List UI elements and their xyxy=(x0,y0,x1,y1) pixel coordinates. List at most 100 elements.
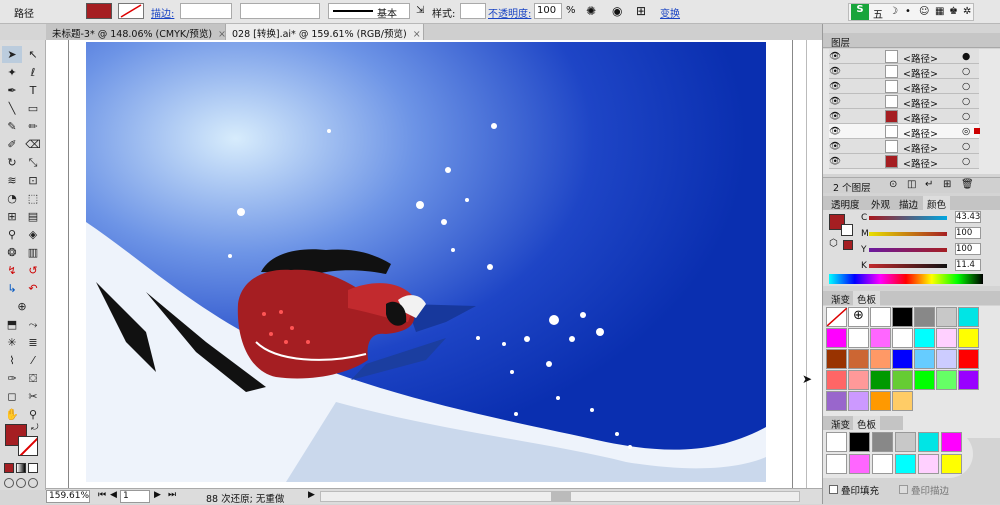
tab-swatches[interactable]: 色板 xyxy=(853,291,881,307)
visibility-icon[interactable]: 👁 xyxy=(829,126,841,137)
color-swatch[interactable] xyxy=(849,432,870,452)
color-swatch[interactable] xyxy=(958,307,979,327)
punctuation-icon[interactable]: • xyxy=(905,6,911,17)
anchor-point[interactable] xyxy=(262,312,266,316)
lasso-icon[interactable]: ℓ xyxy=(23,64,43,81)
anchor-point[interactable] xyxy=(269,332,273,336)
draw-normal-icon[interactable] xyxy=(4,478,14,488)
color-swatch[interactable] xyxy=(848,349,869,369)
color-swatch[interactable] xyxy=(826,349,847,369)
opacity-link[interactable]: 不透明度: xyxy=(488,5,531,20)
hand-tool-icon[interactable]: ✋ xyxy=(2,406,22,423)
channel-y-slider[interactable] xyxy=(869,248,947,252)
color-swatch[interactable] xyxy=(958,370,979,390)
channel-c-input[interactable]: 43.43 xyxy=(955,211,981,223)
perspective-grid-icon[interactable]: ⬚ xyxy=(23,190,43,207)
gradient-mode-button[interactable] xyxy=(16,463,26,473)
isolate-icon[interactable]: ◉ xyxy=(612,4,622,18)
color-swatch[interactable] xyxy=(941,454,962,474)
swap-colors-icon[interactable]: ⤾ xyxy=(31,423,39,433)
draw-inside-icon[interactable] xyxy=(28,478,38,488)
ime-mode-label[interactable]: 五 xyxy=(873,6,883,21)
color-swatch[interactable] xyxy=(918,432,939,452)
color-swatch[interactable] xyxy=(892,307,913,327)
target-circle-icon[interactable]: ◎ xyxy=(962,126,970,137)
align-icon[interactable]: ⇲ xyxy=(416,5,424,16)
scallop-icon[interactable]: ⌇ xyxy=(2,352,22,369)
color-swatch[interactable] xyxy=(826,328,847,348)
anchor-point[interactable] xyxy=(284,340,288,344)
visibility-icon[interactable]: 👁 xyxy=(829,96,841,107)
paintbrush-icon[interactable]: ✎ xyxy=(2,118,22,135)
artboard-number-input[interactable]: 1 xyxy=(120,490,150,503)
color-swatch[interactable] xyxy=(849,454,870,474)
color-swatch[interactable] xyxy=(936,328,957,348)
color-swatch[interactable] xyxy=(848,328,869,348)
nav-last-icon[interactable]: ⏭ xyxy=(168,490,176,500)
color-swatch[interactable] xyxy=(936,349,957,369)
layer-row[interactable]: 👁 <路径> ○ xyxy=(829,79,979,95)
visibility-icon[interactable]: 👁 xyxy=(829,51,841,62)
zoom-tool-icon[interactable]: ⚲ xyxy=(23,406,43,423)
target-circle-icon[interactable]: ○ xyxy=(962,111,970,122)
stroke-color-button[interactable] xyxy=(118,3,144,19)
color-stroke-swatch[interactable] xyxy=(841,224,853,236)
transform-link[interactable]: 变换 xyxy=(660,5,680,20)
new-layer-icon[interactable]: ⊞ xyxy=(943,179,951,190)
wrinkle-icon[interactable]: ≣ xyxy=(23,334,43,351)
knife-icon[interactable]: ⁄ xyxy=(23,352,43,369)
blob-brush-icon[interactable]: ✐ xyxy=(2,136,22,153)
crystallize-icon[interactable]: ✳ xyxy=(2,334,22,351)
layer-row[interactable]: 👁 <路径> ○ xyxy=(829,154,979,170)
channel-k-input[interactable]: 11.4 xyxy=(955,259,981,271)
type-tool-icon[interactable]: T xyxy=(23,82,43,99)
skin-icon[interactable]: ♚ xyxy=(949,6,958,17)
pucker-tool-icon[interactable]: ↳ xyxy=(2,280,22,297)
color-swatch[interactable] xyxy=(892,328,913,348)
snowboard-illustration[interactable] xyxy=(86,42,766,482)
color-swatch[interactable] xyxy=(826,454,847,474)
color-swatch[interactable] xyxy=(941,432,962,452)
blend-tool-icon[interactable]: ◈ xyxy=(23,226,43,243)
rotate-tool-icon[interactable]: ↻ xyxy=(2,154,22,171)
variable-width-dropdown[interactable] xyxy=(240,3,320,19)
color-swatch[interactable] xyxy=(872,432,893,452)
emoji-icon[interactable]: ☺ xyxy=(919,6,929,17)
settings-icon[interactable]: ✲ xyxy=(963,6,971,17)
nav-next-icon[interactable]: ▶ xyxy=(154,490,161,500)
target-circle-icon[interactable]: ● xyxy=(962,51,970,62)
layer-row[interactable]: 👁 <路径> ○ xyxy=(829,109,979,125)
color-swatch[interactable] xyxy=(936,307,957,327)
stroke-link[interactable]: 描边: xyxy=(151,5,174,20)
paint-bucket-icon[interactable]: ⛋ xyxy=(23,370,43,387)
channel-c-slider[interactable] xyxy=(869,216,947,220)
channel-k-slider[interactable] xyxy=(869,264,947,268)
nav-first-icon[interactable]: ⏮ xyxy=(98,490,106,500)
visibility-icon[interactable]: 👁 xyxy=(829,81,841,92)
selection-tool-icon[interactable]: ➤ xyxy=(2,46,22,63)
canvas-area[interactable]: ➤ xyxy=(46,40,822,488)
opacity-input[interactable]: 100 xyxy=(534,3,562,19)
brush-dropdown[interactable]: 基本 xyxy=(328,3,410,20)
overprint-fill-checkbox[interactable] xyxy=(829,485,838,494)
visibility-icon[interactable]: 👁 xyxy=(829,66,841,77)
draw-behind-icon[interactable] xyxy=(16,478,26,488)
tab-document-1[interactable]: 未标题-3* @ 148.06% (CMYK/预览) × xyxy=(46,24,226,40)
keyboard-icon[interactable]: ▦ xyxy=(935,6,944,17)
color-swatch[interactable] xyxy=(848,391,869,411)
recolor-icon[interactable]: ✺ xyxy=(586,4,596,18)
channel-m-slider[interactable] xyxy=(869,232,947,236)
free-transform-icon[interactable]: ⊡ xyxy=(23,172,43,189)
twirl-tool-icon[interactable]: ↺ xyxy=(23,262,43,279)
swatch-none[interactable] xyxy=(826,307,847,327)
anchor-point[interactable] xyxy=(290,326,294,330)
color-swatch[interactable] xyxy=(870,370,891,390)
visibility-icon[interactable]: 👁 xyxy=(829,156,841,167)
eyedropper-icon[interactable]: ⚲ xyxy=(2,226,22,243)
scale-tool-icon[interactable]: ⤡ xyxy=(23,154,43,171)
eyedropper-2-icon[interactable]: ✑ xyxy=(2,370,22,387)
target-circle-icon[interactable]: ○ xyxy=(962,96,970,107)
tab-document-2[interactable]: 028 [转换].ai* @ 159.61% (RGB/预览) × xyxy=(226,24,424,40)
close-icon[interactable]: × xyxy=(218,29,226,40)
color-swatch[interactable] xyxy=(895,432,916,452)
